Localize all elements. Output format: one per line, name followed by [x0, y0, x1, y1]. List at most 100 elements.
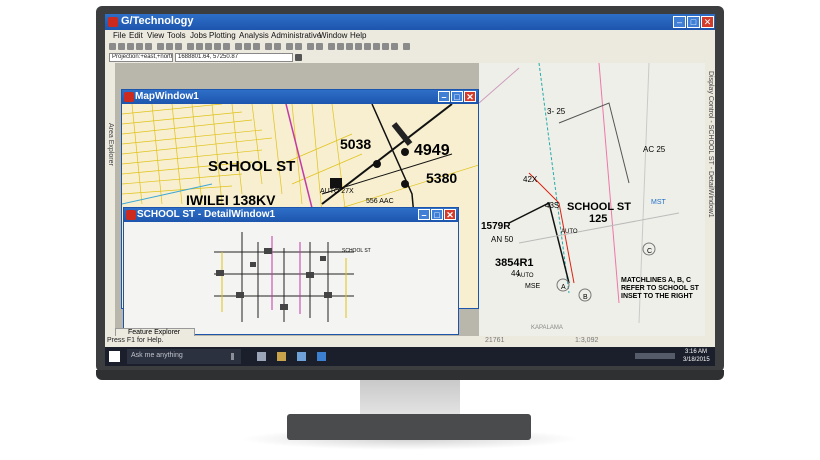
measure-icon[interactable]	[253, 43, 260, 50]
polygon-icon[interactable]	[382, 43, 389, 50]
map-window-icon	[124, 92, 134, 102]
filter-icon[interactable]	[295, 43, 302, 50]
maximize-button[interactable]: □	[687, 16, 700, 28]
clock-time: 3:16 AM	[685, 349, 708, 355]
label-school-st: SCHOOL ST	[208, 158, 296, 175]
grid-icon[interactable]	[274, 43, 281, 50]
open-icon[interactable]	[118, 43, 125, 50]
detail-window-titlebar[interactable]: SCHOOL ST - DetailWindow1 – □ ✕	[124, 208, 458, 222]
save-icon[interactable]	[127, 43, 134, 50]
tray-icons	[635, 353, 675, 359]
label-matchlines: MATCHLINES A, B, C REFER TO SCHOOL ST IN…	[621, 277, 699, 300]
search-placeholder: Ask me anything	[131, 352, 183, 359]
monitor-stand-base	[287, 414, 531, 440]
detail-minimize-button[interactable]: –	[418, 209, 430, 220]
fit-icon[interactable]	[214, 43, 221, 50]
identify-icon[interactable]	[244, 43, 251, 50]
search-box[interactable]: Ask me anything	[127, 349, 241, 364]
status-bar: Press F1 for Help. 21761 1:3,092	[105, 336, 715, 347]
minimize-button[interactable]: –	[673, 16, 686, 28]
label-556aac: 556 AAC	[366, 198, 394, 205]
paste-icon[interactable]	[166, 43, 173, 50]
file-explorer-icon[interactable]	[277, 352, 286, 361]
report-icon[interactable]	[307, 43, 314, 50]
label-iwilei: IWILEI 138KV	[186, 192, 276, 208]
label-43s: 43S	[545, 201, 560, 210]
redline-icon[interactable]	[328, 43, 335, 50]
zoom-out-icon[interactable]	[196, 43, 203, 50]
label-auto-b: AUTO	[517, 273, 534, 279]
text-icon[interactable]	[337, 43, 344, 50]
select-icon[interactable]	[235, 43, 242, 50]
layer-icon[interactable]	[265, 43, 272, 50]
label-mst: MST	[651, 199, 666, 206]
menu-plotting[interactable]: Plotting	[209, 31, 236, 40]
workspace: MapWindow1 – □ ✕ SCHOOL ST IWILEI 138KV …	[115, 62, 705, 336]
detail-maximize-button[interactable]: □	[431, 209, 443, 220]
label-3-25: 3- 25	[547, 107, 566, 116]
map-window-titlebar[interactable]: MapWindow1 – □ ✕	[122, 90, 478, 104]
label-125: 125	[589, 213, 608, 225]
undo-icon[interactable]	[175, 43, 182, 50]
monitor-chin	[96, 370, 724, 380]
app-titlebar: G/Technology – □ ✕	[105, 14, 715, 30]
trace-icon[interactable]	[316, 43, 323, 50]
feature-explorer-label: Feature Explorer	[128, 329, 181, 336]
map-maximize-button[interactable]: □	[451, 91, 463, 102]
menu-window[interactable]: Window	[319, 31, 347, 40]
rectangle-icon[interactable]	[364, 43, 371, 50]
delete-icon[interactable]	[403, 43, 410, 50]
map-close-button[interactable]: ✕	[464, 91, 476, 102]
menu-edit[interactable]: Edit	[129, 31, 143, 40]
label-1579r: 1579R	[481, 221, 511, 232]
print-icon[interactable]	[136, 43, 143, 50]
cut-icon[interactable]	[145, 43, 152, 50]
area-explorer-rail[interactable]: Area Explorer	[105, 63, 115, 336]
label-auto-a: AUTO	[561, 229, 578, 235]
symbol-icon[interactable]	[391, 43, 398, 50]
new-icon[interactable]	[109, 43, 116, 50]
close-button[interactable]: ✕	[701, 16, 714, 28]
label-school-st-right: SCHOOL ST	[567, 201, 631, 213]
start-icon[interactable]	[109, 351, 120, 362]
menu-file[interactable]: File	[113, 31, 126, 40]
detail-close-button[interactable]: ✕	[444, 209, 456, 220]
label-4949: 4949	[414, 142, 450, 159]
menu-help[interactable]: Help	[350, 31, 366, 40]
microphone-icon[interactable]	[231, 353, 234, 360]
area-explorer-label: Area Explorer	[107, 123, 114, 166]
menu-tools[interactable]: Tools	[167, 31, 186, 40]
coordinate-field[interactable]: 1688801.64, 57250.87	[175, 53, 293, 62]
label-circle-c: C	[647, 248, 653, 255]
copy-icon[interactable]	[157, 43, 164, 50]
label-mse: MSE	[525, 283, 541, 290]
label-ac25: AC 25	[643, 145, 666, 154]
arrow-icon[interactable]	[346, 43, 353, 50]
label-circle-b: B	[583, 294, 588, 301]
label-kapalama: KAPALAMA	[531, 325, 563, 331]
store-icon[interactable]	[297, 352, 306, 361]
chevron-down-icon[interactable]	[295, 54, 302, 61]
ellipse-icon[interactable]	[373, 43, 380, 50]
display-control-label: Display Control - SCHOOL ST - DetailWind…	[707, 71, 714, 218]
task-view-icon[interactable]	[257, 352, 266, 361]
display-control-rail[interactable]: Display Control - SCHOOL ST - DetailWind…	[705, 63, 715, 336]
menu-jobs[interactable]: Jobs	[190, 31, 207, 40]
menu-analysis[interactable]: Analysis	[239, 31, 269, 40]
zoom-in-icon[interactable]	[187, 43, 194, 50]
map-minimize-button[interactable]: –	[438, 91, 450, 102]
label-circle-a: A	[561, 284, 566, 291]
menu-administrative[interactable]: Administrative	[271, 31, 321, 40]
detail-window[interactable]: SCHOOL ST - DetailWindow1 – □ ✕ SCHOOL S…	[123, 207, 459, 335]
refresh-icon[interactable]	[223, 43, 230, 50]
projection-field[interactable]: Projection:+east,+north(ft)	[109, 53, 173, 62]
line-icon[interactable]	[355, 43, 362, 50]
find-icon[interactable]	[286, 43, 293, 50]
status-cell-2: 1:3,092	[575, 337, 599, 344]
pan-icon[interactable]	[205, 43, 212, 50]
label-3854r1: 3854R1	[495, 257, 534, 269]
app-icon-taskbar[interactable]	[317, 352, 326, 361]
screen: G/Technology – □ ✕ File Edit View Tools …	[105, 14, 715, 366]
menu-view[interactable]: View	[147, 31, 164, 40]
map-window-title: MapWindow1	[135, 91, 199, 102]
